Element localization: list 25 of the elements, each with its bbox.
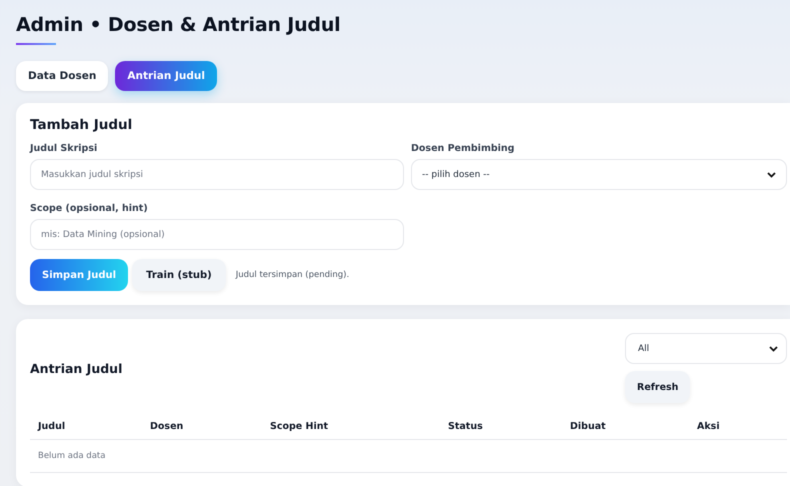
text-field[interactable]: mis: Data Mining (opsional): [30, 219, 404, 250]
page-title: Admin • Dosen & Antrian Judul: [16, 14, 342, 36]
card-title: Antrian Judul: [30, 360, 122, 376]
column-header: Status: [440, 414, 562, 440]
field-label: Judul Skripsi: [30, 143, 98, 154]
lecturer-select[interactable]: -- pilih dosen --: [411, 159, 787, 190]
save-button[interactable]: Simpan Judul: [30, 259, 128, 291]
tab[interactable]: Antrian Judul: [115, 61, 217, 91]
field-label: Scope (opsional, hint): [30, 203, 149, 214]
column-header: Aksi: [689, 414, 787, 440]
field-label: Dosen Pembimbing: [411, 143, 516, 154]
train-button[interactable]: Train (stub): [132, 259, 226, 291]
column-header: Scope Hint: [262, 414, 440, 440]
column-header: Dosen: [142, 414, 262, 440]
text-field[interactable]: Masukkan judul skripsi: [30, 159, 404, 190]
status-filter-select[interactable]: All: [625, 333, 787, 364]
column-header: Dibuat: [562, 414, 689, 440]
chevron-icon: [767, 172, 776, 178]
card-title: Tambah Judul: [30, 117, 134, 133]
chevron-icon: [769, 346, 778, 352]
tab[interactable]: Data Dosen: [16, 61, 108, 91]
column-header: Judul: [30, 414, 142, 440]
refresh-button[interactable]: Refresh: [625, 371, 690, 403]
status-message: Judul tersimpan (pending).: [236, 270, 350, 280]
empty-message: Belum ada data: [30, 440, 787, 473]
